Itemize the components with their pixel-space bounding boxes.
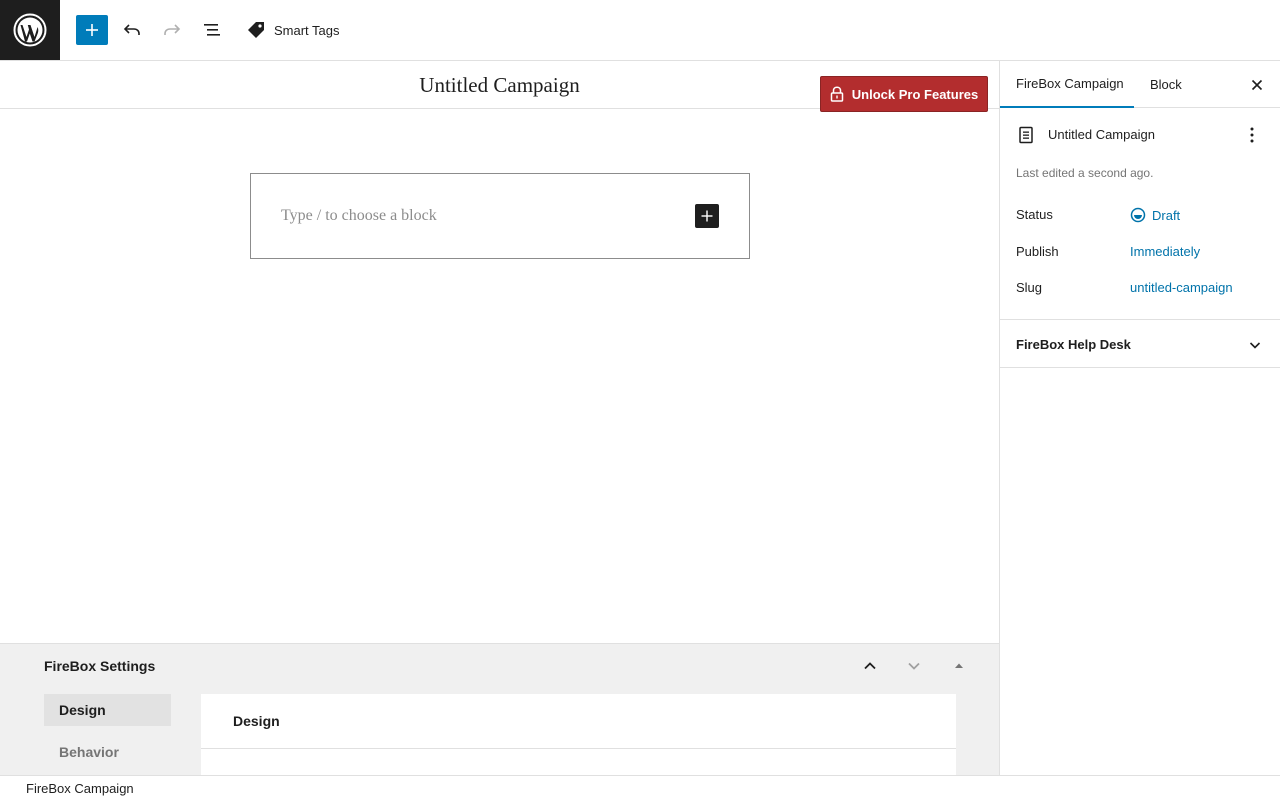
slug-value[interactable]: untitled-campaign [1130,280,1233,295]
footer-breadcrumb-bar: FireBox Campaign [0,775,1280,800]
move-up-button[interactable] [856,654,884,678]
document-summary: Untitled Campaign [1016,123,1266,147]
redo-icon [164,24,181,35]
firebox-settings-metabox: FireBox Settings Design Behavior Design [0,643,999,776]
close-sidebar-button[interactable] [1245,73,1269,97]
publish-value[interactable]: Immediately [1130,244,1200,259]
metabox-nav-behavior[interactable]: Behavior [44,736,171,768]
draft-status-icon [1130,207,1146,223]
panel-divider [201,748,956,749]
tab-firebox-campaign[interactable]: FireBox Campaign [1000,61,1134,108]
page-icon [1019,126,1033,144]
help-desk-panel-toggle[interactable]: FireBox Help Desk [1016,337,1131,352]
toggle-panel-button[interactable] [945,654,973,678]
chevron-down-icon [1249,342,1261,349]
design-panel: Design [201,694,956,776]
undo-button[interactable] [118,15,146,45]
caret-up-icon [955,663,963,668]
unlock-pro-label: Unlock Pro Features [851,86,979,102]
more-vertical-icon [1250,127,1254,143]
sidebar-document-title: Untitled Campaign [1048,127,1155,142]
last-edited-text: Last edited a second ago. [1016,166,1154,180]
plus-icon [86,24,98,36]
close-icon [1251,79,1263,91]
design-panel-title: Design [233,713,280,729]
list-view-icon [204,24,220,36]
move-down-button[interactable] [900,654,928,678]
document-actions-button[interactable] [1240,123,1264,147]
plus-icon [701,210,713,222]
redo-button[interactable] [158,15,186,45]
breadcrumb[interactable]: FireBox Campaign [26,781,134,796]
help-desk-expand-button[interactable] [1245,333,1265,357]
settings-sidebar: FireBox Campaign Block Untitled Campaign… [999,61,1280,775]
tag-icon [248,22,264,38]
document-overview-button[interactable] [198,15,226,45]
metabox-nav-design[interactable]: Design [44,694,171,726]
chevron-down-icon [908,662,920,670]
metabox-title: FireBox Settings [44,658,156,674]
inline-add-block-button[interactable] [695,204,719,228]
sidebar-divider [1000,319,1280,320]
tab-block[interactable]: Block [1150,61,1182,108]
wordpress-logo-button[interactable] [0,0,60,60]
publish-label: Publish [1016,244,1059,259]
undo-icon [123,24,140,35]
slug-label: Slug [1016,280,1043,295]
top-toolbar: Smart Tags [0,0,1280,61]
editor-canvas: Untitled Campaign Unlock Pro Features Ty… [0,61,999,643]
unlock-pro-features-button[interactable]: Unlock Pro Features [820,76,988,112]
wordpress-icon [13,13,47,47]
smart-tags-button[interactable]: Smart Tags [246,15,340,45]
lock-icon [830,86,844,102]
sidebar-divider [1000,367,1280,368]
sidebar-tabs: FireBox Campaign Block [1000,61,1280,108]
status-value: Draft [1152,207,1181,223]
block-placeholder-text: Type / to choose a block [281,207,437,224]
add-block-button[interactable] [76,15,108,45]
status-label: Status [1016,207,1053,222]
smart-tags-label: Smart Tags [274,22,340,38]
status-value-button[interactable]: Draft [1130,207,1180,223]
chevron-up-icon [864,662,876,670]
empty-block-placeholder[interactable]: Type / to choose a block [250,173,750,259]
